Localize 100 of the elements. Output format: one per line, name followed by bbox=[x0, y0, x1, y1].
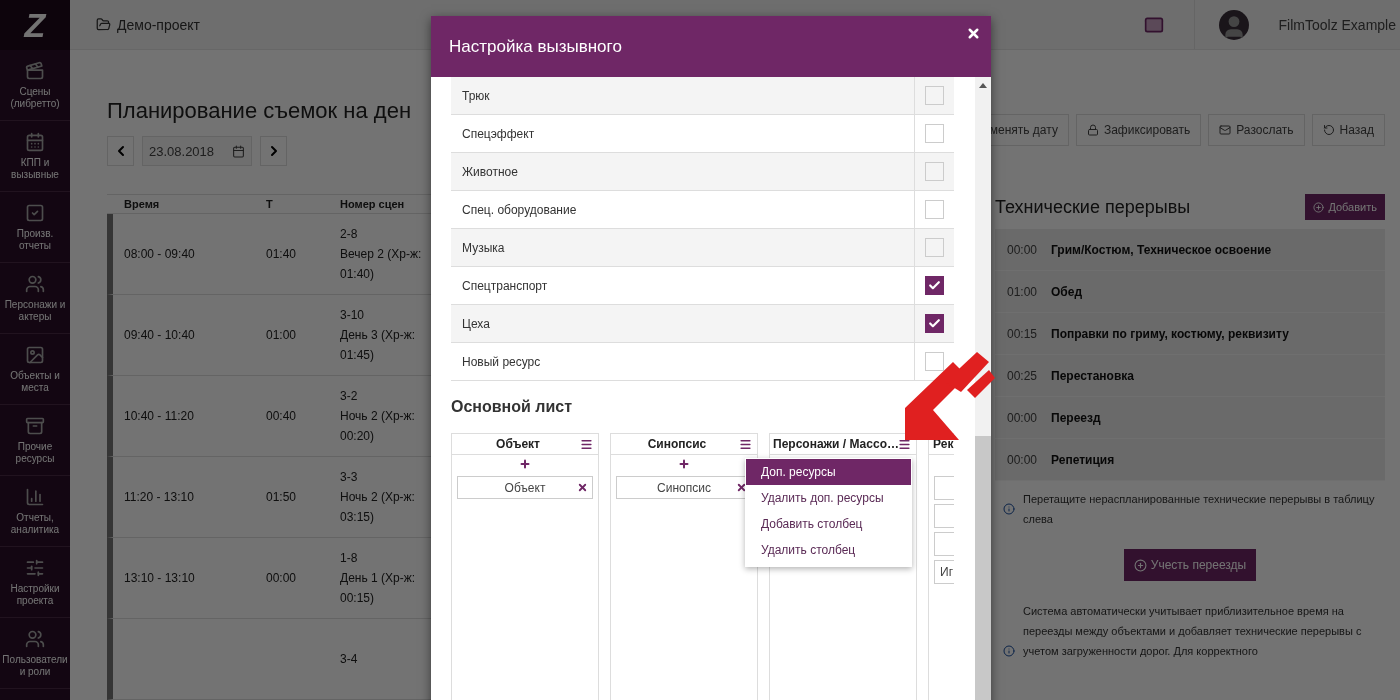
scene-number: 1-8 bbox=[340, 550, 359, 567]
add-button[interactable] bbox=[678, 458, 690, 470]
break-name: Грим/Костюм, Техническое освоение bbox=[1051, 241, 1272, 259]
scene-detail: Ночь 2 (Хр-ж: 03:15) bbox=[340, 489, 416, 526]
page-title: Планирование съемок на ден bbox=[107, 98, 412, 124]
close-icon bbox=[577, 482, 588, 493]
resource-label: Новый ресурс bbox=[461, 353, 542, 371]
plus-circle-icon bbox=[1313, 201, 1325, 213]
menu-button[interactable] bbox=[580, 438, 593, 451]
break-item[interactable]: 00:00 Переезд bbox=[995, 397, 1385, 439]
plus-circle-icon bbox=[1133, 558, 1147, 572]
tag-label: Синопсис bbox=[657, 480, 711, 495]
tag-label: Объект bbox=[504, 480, 546, 495]
info-icon bbox=[1003, 503, 1015, 515]
action-button[interactable]: Зафиксировать bbox=[1075, 114, 1202, 146]
note-text: Система автоматически учитывает приблизительное время на переезды между объектами и добавляет технические перерывы с учетом загруженности дорог. Для корректного bbox=[1023, 604, 1363, 659]
date-field[interactable]: 23.08.2018 bbox=[142, 136, 252, 166]
resource-label: Спец. оборудование bbox=[461, 201, 578, 219]
table-cell-text: 10:40 - 11:20 bbox=[124, 409, 195, 423]
add-button[interactable] bbox=[519, 458, 531, 470]
menu-item[interactable]: Доп. ресурсы bbox=[746, 459, 911, 485]
info-icon bbox=[1003, 645, 1015, 657]
calendar-icon bbox=[232, 144, 245, 158]
image-icon bbox=[25, 345, 45, 365]
resource-label: Трюк bbox=[461, 87, 491, 105]
checkbox[interactable] bbox=[925, 276, 944, 295]
break-name: Обед bbox=[1051, 283, 1083, 301]
break-name: Поправки по гриму, костюму, реквизиту bbox=[1051, 325, 1289, 343]
scene-detail: День 1 (Хр-ж: 00:15) bbox=[340, 570, 417, 607]
undo-icon bbox=[1322, 124, 1335, 136]
project-breadcrumb[interactable]: Демо-проект bbox=[96, 16, 200, 33]
break-item[interactable]: 00:25 Перестановка bbox=[995, 355, 1385, 397]
scene-number: 2-8 bbox=[340, 226, 359, 243]
column-header: Т bbox=[266, 198, 274, 210]
resource-label: Животное bbox=[461, 163, 519, 181]
break-time: 00:15 bbox=[1007, 326, 1037, 341]
close-button[interactable] bbox=[966, 26, 981, 41]
checkbox[interactable] bbox=[925, 314, 944, 333]
table-cell-text: 09:40 - 10:40 bbox=[124, 328, 196, 342]
scrollbar[interactable] bbox=[975, 77, 991, 700]
table-cell-text: 00:00 bbox=[266, 571, 298, 585]
close-icon bbox=[736, 482, 747, 493]
scene-number: 3-10 bbox=[340, 307, 366, 324]
clapperboard-icon bbox=[25, 61, 45, 81]
section-title: Основной лист bbox=[451, 398, 574, 416]
scene-detail: Ночь 2 (Хр-ж: 00:20) bbox=[340, 408, 416, 445]
folder-icon bbox=[96, 17, 111, 32]
check-icon bbox=[928, 317, 941, 330]
break-time: 00:00 bbox=[1007, 242, 1037, 257]
moves-button[interactable]: Учесть переезды bbox=[1123, 549, 1257, 581]
hint-text: Перетащите нераспланированные технические перерывы в таблицу слева bbox=[1023, 492, 1375, 527]
next-button[interactable] bbox=[260, 136, 287, 166]
menu-icon bbox=[580, 438, 593, 451]
table-cell-text: 08:00 - 09:40 bbox=[124, 247, 196, 261]
table-cell-text: 11:20 - 13:10 bbox=[124, 490, 195, 504]
menu-icon bbox=[898, 438, 911, 451]
break-time: 00:25 bbox=[1007, 368, 1037, 383]
break-name: Репетиция bbox=[1051, 451, 1115, 469]
table-cell-text: 00:40 bbox=[266, 409, 298, 423]
close-icon bbox=[966, 26, 981, 41]
break-time: 00:00 bbox=[1007, 452, 1037, 467]
action-button[interactable]: Разослать bbox=[1208, 114, 1305, 146]
break-item[interactable]: 00:00 Грим/Костюм, Техническое освоение bbox=[995, 229, 1385, 271]
table-cell-text: 13:10 - 13:10 bbox=[124, 571, 196, 585]
action-button[interactable]: Назад bbox=[1311, 114, 1385, 146]
column-header: Номер сцен bbox=[340, 198, 406, 210]
scene-number: 3-2 bbox=[340, 388, 359, 405]
user-name[interactable]: FilmToolz Example bbox=[1278, 16, 1396, 33]
section-title: Технические перерывы bbox=[995, 196, 1191, 218]
add-button[interactable]: Добавить bbox=[1305, 194, 1385, 220]
resource-label: Музыка bbox=[461, 239, 506, 257]
column-header: Время bbox=[124, 198, 161, 210]
user-avatar[interactable] bbox=[1218, 9, 1249, 40]
check-icon bbox=[928, 279, 941, 292]
scene-detail: День 3 (Хр-ж: 01:45) bbox=[340, 327, 417, 364]
menu-item[interactable]: Удалить доп. ресурсы bbox=[746, 485, 911, 511]
menu-item[interactable]: Удалить столбец bbox=[746, 537, 911, 563]
resource-label: Спецтранспорт bbox=[461, 277, 549, 295]
menu-button[interactable] bbox=[898, 438, 911, 451]
break-item[interactable]: 01:00 Обед bbox=[995, 271, 1385, 313]
break-time: 01:00 bbox=[1007, 284, 1037, 299]
previous-button[interactable] bbox=[107, 136, 134, 166]
column-title: Синопсис bbox=[647, 437, 707, 451]
resource-label: Спецэффект bbox=[461, 125, 536, 143]
break-item[interactable]: 00:15 Поправки по гриму, костюму, реквизиту bbox=[995, 313, 1385, 355]
resource-label: Цеха bbox=[461, 315, 491, 333]
dialog-title: Настройка вызывного bbox=[449, 36, 622, 57]
table-cell-text: 01:00 bbox=[266, 328, 298, 342]
break-item[interactable]: 00:00 Репетиция bbox=[995, 439, 1385, 481]
menu-item[interactable]: Добавить столбец bbox=[746, 511, 911, 537]
sliders-icon bbox=[25, 558, 45, 578]
break-name: Переезд bbox=[1051, 409, 1101, 427]
remove-button[interactable] bbox=[577, 482, 588, 493]
scene-detail: Вечер 2 (Хр-ж: 01:40) bbox=[340, 246, 423, 283]
scene-number: 3-3 bbox=[340, 469, 359, 486]
menu-button[interactable] bbox=[739, 438, 752, 451]
column-title: Персонажи / Массо… bbox=[773, 437, 899, 451]
checkbox-icon bbox=[25, 203, 45, 223]
calendar-icon bbox=[25, 132, 45, 152]
scene-number: 3-4 bbox=[340, 651, 359, 668]
